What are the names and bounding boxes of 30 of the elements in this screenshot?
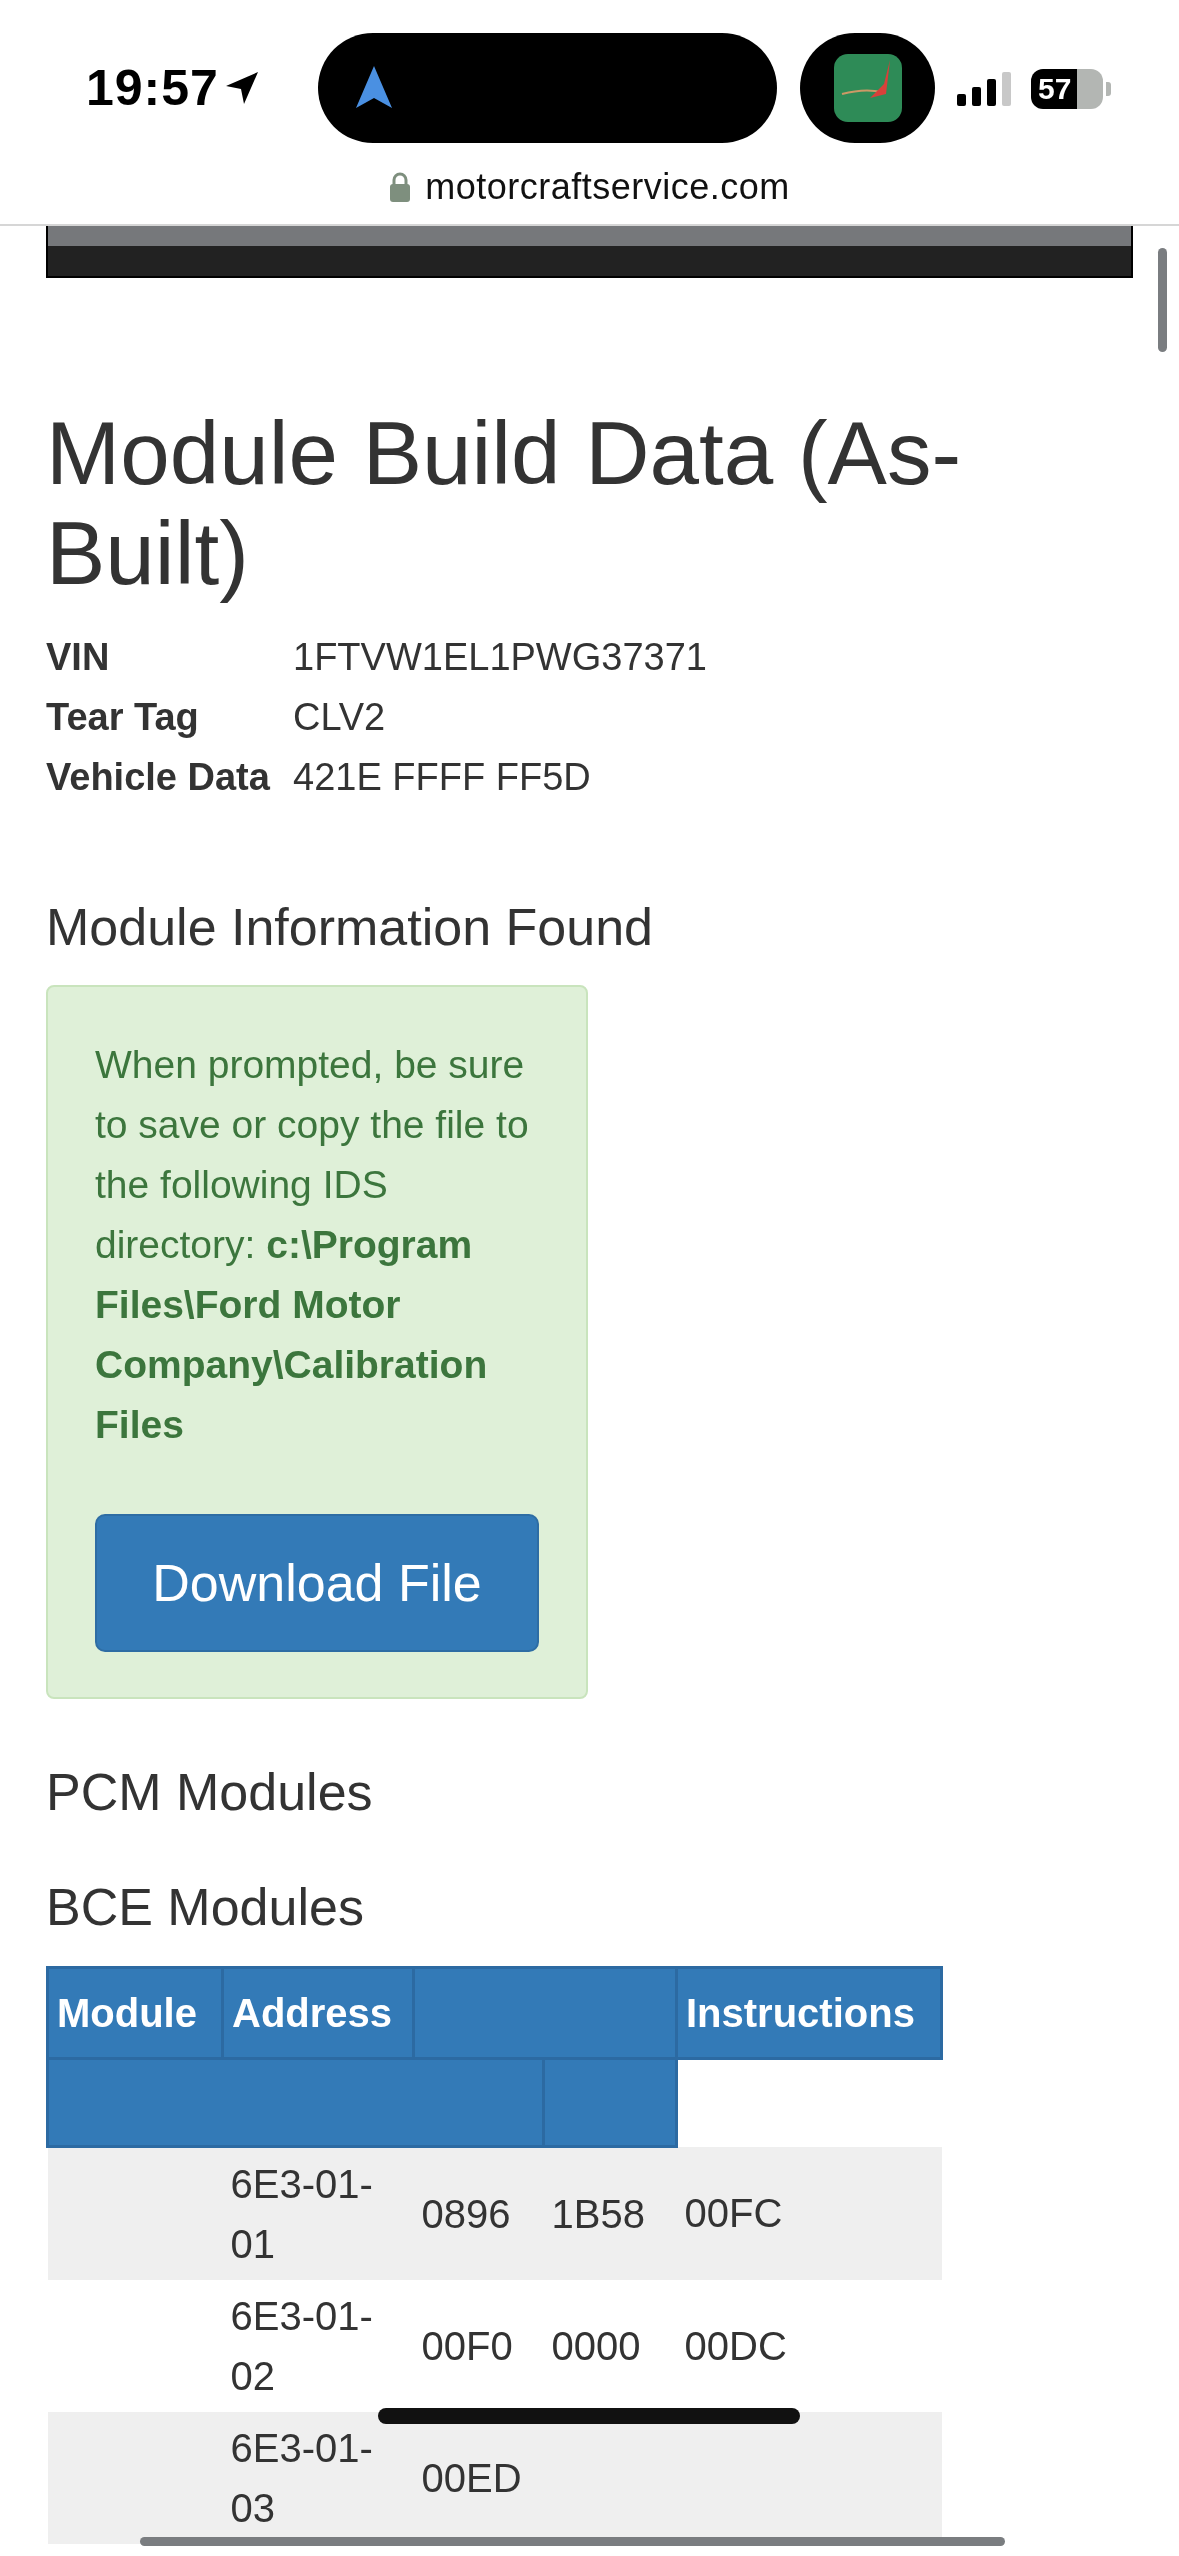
download-button[interactable]: Download File: [95, 1514, 539, 1652]
notice-text: When prompted, be sure to save or copy the file to the following IDS directory: c:\Program Files\Ford Motor Company\Calibration Files: [95, 1042, 530, 1448]
battery-tip-icon: [1106, 82, 1111, 96]
column-header: Address: [222, 1967, 414, 2059]
page-title: Module Build Data (As-Built): [46, 403, 963, 603]
column-header: Module: [47, 1967, 223, 2059]
lock-icon: [389, 172, 412, 202]
app-icon: [834, 54, 902, 122]
detail-label: VIN: [46, 635, 111, 680]
section-heading: PCM Modules: [46, 1762, 374, 1822]
table-cell: 6E3-01-02: [222, 2280, 414, 2412]
detail-value: 421E FFFF FF5D: [293, 755, 592, 800]
table-cell: 0000: [543, 2280, 677, 2412]
clock-time: 19:57: [86, 59, 219, 118]
section-heading: BCE Modules: [46, 1877, 365, 1937]
column-header: Instructions: [676, 1967, 942, 2059]
table-cell: 00FC: [676, 2146, 942, 2280]
detail-label: Tear Tag: [46, 695, 200, 740]
table-cell: 6E3-01-01: [222, 2146, 414, 2280]
detail-value: 1FTVW1EL1PWG37371: [293, 635, 708, 680]
battery-indicator: 57: [1031, 69, 1103, 109]
table-cell: 0896: [413, 2146, 544, 2280]
table-cell: 00DC: [676, 2280, 942, 2412]
section-heading: Module Information Found: [46, 897, 654, 957]
table-cell: 00F0: [413, 2280, 544, 2412]
detail-value: CLV2: [293, 695, 387, 740]
page-url[interactable]: motorcraftservice.com: [425, 166, 790, 208]
navigation-arrow-icon: [356, 66, 392, 108]
detail-label: Vehicle Data: [46, 755, 271, 800]
table-cell: 1B58: [543, 2146, 677, 2280]
